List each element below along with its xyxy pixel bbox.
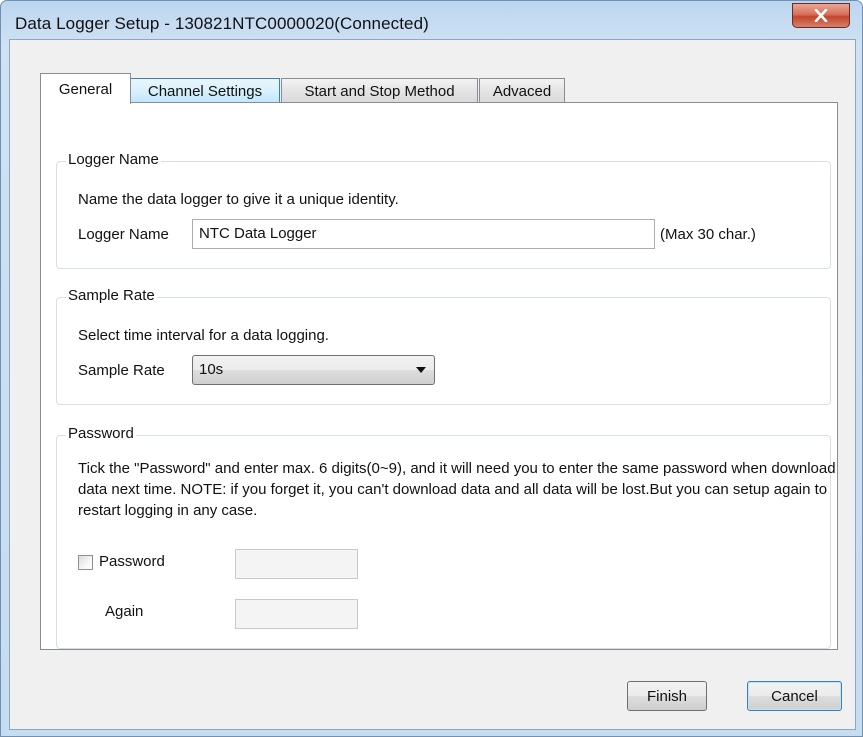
sample-rate-description: Select time interval for a data logging. xyxy=(78,327,329,344)
logger-name-group: Logger Name Name the data logger to give… xyxy=(56,151,831,269)
finish-button[interactable]: Finish xyxy=(627,681,707,711)
tab-start-and-stop-method[interactable]: Start and Stop Method xyxy=(281,78,478,103)
password-group-label: Password xyxy=(66,425,136,442)
logger-name-hint: (Max 30 char.) xyxy=(660,226,756,243)
logger-name-input[interactable]: NTC Data Logger xyxy=(192,219,655,249)
cancel-button[interactable]: Cancel xyxy=(747,681,842,711)
password-again-label: Again xyxy=(105,603,144,620)
password-checkbox-label[interactable]: Password xyxy=(99,553,165,570)
password-checkbox[interactable] xyxy=(78,555,93,570)
general-tab-page: Logger Name Name the data logger to give… xyxy=(40,102,838,650)
chevron-down-icon xyxy=(416,367,426,373)
tab-channel-settings[interactable]: Channel Settings xyxy=(130,78,280,103)
sample-rate-group-label: Sample Rate xyxy=(66,287,157,304)
sample-rate-group: Sample Rate Select time interval for a d… xyxy=(56,287,831,405)
close-button[interactable] xyxy=(792,3,850,28)
client-area: General Channel Settings Start and Stop … xyxy=(9,39,856,730)
sample-rate-select[interactable]: 10s xyxy=(192,355,435,385)
window-title: Data Logger Setup - 130821NTC0000020(Con… xyxy=(15,14,429,33)
sample-rate-value: 10s xyxy=(199,361,224,378)
logger-name-description: Name the data logger to give it a unique… xyxy=(78,191,399,208)
tab-general[interactable]: General xyxy=(40,73,131,104)
sample-rate-label: Sample Rate xyxy=(78,362,165,379)
dialog-window: Data Logger Setup - 130821NTC0000020(Con… xyxy=(0,0,863,737)
password-group: Password Tick the "Password" and enter m… xyxy=(56,425,836,649)
tab-advanced[interactable]: Advaced xyxy=(479,78,565,103)
password-input[interactable] xyxy=(235,549,358,579)
password-description: Tick the "Password" and enter max. 6 dig… xyxy=(78,460,836,519)
close-icon xyxy=(814,9,828,22)
password-again-input[interactable] xyxy=(235,599,358,629)
logger-name-label: Logger Name xyxy=(78,226,169,243)
title-bar[interactable]: Data Logger Setup - 130821NTC0000020(Con… xyxy=(1,1,862,39)
logger-name-group-label: Logger Name xyxy=(66,151,161,168)
